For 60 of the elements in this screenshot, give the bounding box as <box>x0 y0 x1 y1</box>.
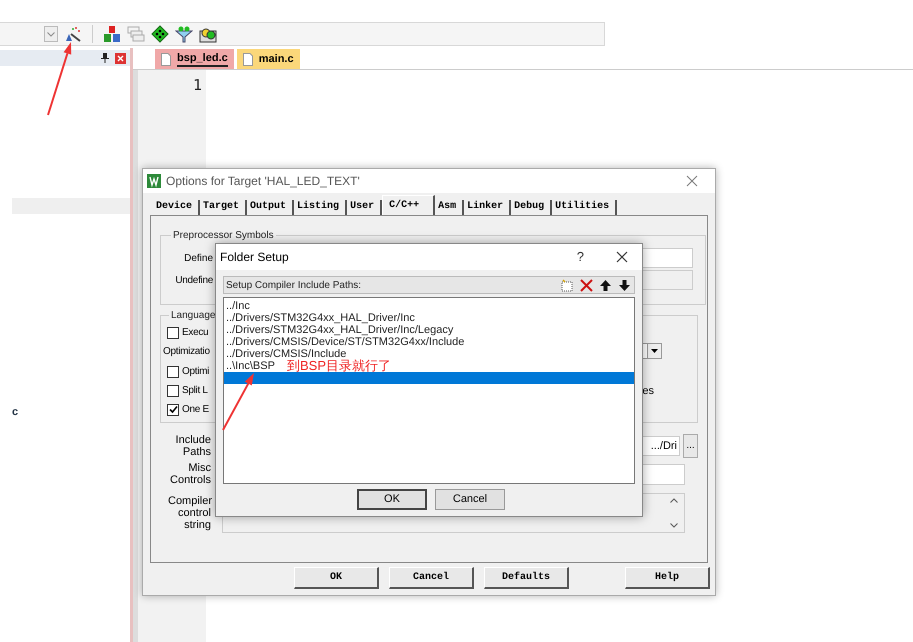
pin-icon[interactable] <box>101 53 109 63</box>
undefine-label: Undefine <box>174 274 213 288</box>
file-tab[interactable]: main.c <box>236 49 300 69</box>
checkmark-icon <box>168 405 178 414</box>
define-label: Define <box>183 252 213 266</box>
group-title: Preprocessor Symbols <box>172 230 275 241</box>
close-icon[interactable] <box>616 251 628 263</box>
up-arrow-icon[interactable] <box>599 278 612 292</box>
dialog-title: Options for Target 'HAL_LED_TEXT' <box>166 173 360 190</box>
include-paths-label: Include Paths <box>174 434 211 458</box>
path-item[interactable]: ../Inc <box>224 300 252 312</box>
optimization-label: Optimizatio <box>163 345 210 359</box>
checkbox[interactable] <box>167 326 179 338</box>
dialog-tab[interactable]: C/C++ <box>382 195 436 215</box>
magic-wand-icon[interactable] <box>64 25 82 43</box>
dialog-button[interactable]: Defaults <box>484 567 569 589</box>
checkbox-label: Split L <box>182 384 208 398</box>
browse-button[interactable]: ... <box>683 434 698 458</box>
annotation-text: 到BSP目录就行了 <box>287 359 392 373</box>
document-icon <box>161 52 171 66</box>
diamond-icon[interactable] <box>151 25 169 43</box>
folder-dialog-button[interactable]: OK <box>357 489 427 510</box>
checkbox-label: One E <box>182 403 209 417</box>
scroll-up-icon[interactable] <box>670 498 678 503</box>
checkbox[interactable] <box>167 404 179 416</box>
components-icon[interactable] <box>103 25 121 43</box>
group-title: Language <box>170 309 216 323</box>
dialog-tab[interactable]: Target <box>200 200 248 215</box>
misc-controls-label: Misc Controls <box>169 462 211 486</box>
dialog-tab[interactable]: Asm <box>435 200 464 215</box>
checkbox-label: Execu <box>182 326 208 340</box>
help-button[interactable]: ? <box>576 247 584 267</box>
option-label: es <box>642 384 654 399</box>
folder-dialog-button[interactable]: Cancel <box>435 489 505 510</box>
path-item[interactable]: ../Drivers/STM32G4xx_HAL_Driver/Inc <box>224 312 417 324</box>
dialog-button[interactable]: Cancel <box>389 567 474 589</box>
checkbox[interactable] <box>167 384 179 396</box>
path-item[interactable]: ..\Inc\BSP <box>224 360 277 372</box>
app-logo-icon <box>147 174 161 188</box>
annotation-arrow <box>222 373 254 430</box>
path-item[interactable]: ../Drivers/STM32G4xx_HAL_Driver/Inc/Legacy <box>224 324 456 336</box>
dialog-button[interactable]: Help <box>625 567 710 589</box>
path-item[interactable]: ../Drivers/CMSIS/Device/ST/STM32G4xx/Include <box>224 336 466 348</box>
down-arrow-icon[interactable] <box>618 278 631 292</box>
scroll-down-icon[interactable] <box>670 523 678 528</box>
compiler-string-label: Compiler control string <box>167 495 211 531</box>
line-number: 1 <box>192 75 202 96</box>
delete-icon[interactable] <box>580 278 593 292</box>
checkbox-label: Optimi <box>182 365 210 379</box>
checkbox[interactable] <box>167 366 179 378</box>
dialog-tab[interactable]: Output <box>247 200 294 215</box>
path-item[interactable]: ../Drivers/CMSIS/Include <box>224 348 348 360</box>
dialog-title: Folder Setup <box>220 249 289 266</box>
funnel-icon[interactable] <box>175 25 193 43</box>
dialog-button[interactable]: OK <box>294 567 379 589</box>
panel-item-text[interactable]: c <box>12 404 130 420</box>
document-icon <box>242 52 253 66</box>
new-folder-icon[interactable] <box>561 278 574 292</box>
file-tab[interactable]: bsp_led.c <box>155 49 234 69</box>
header-text: Setup Compiler Include Paths: <box>226 278 362 292</box>
